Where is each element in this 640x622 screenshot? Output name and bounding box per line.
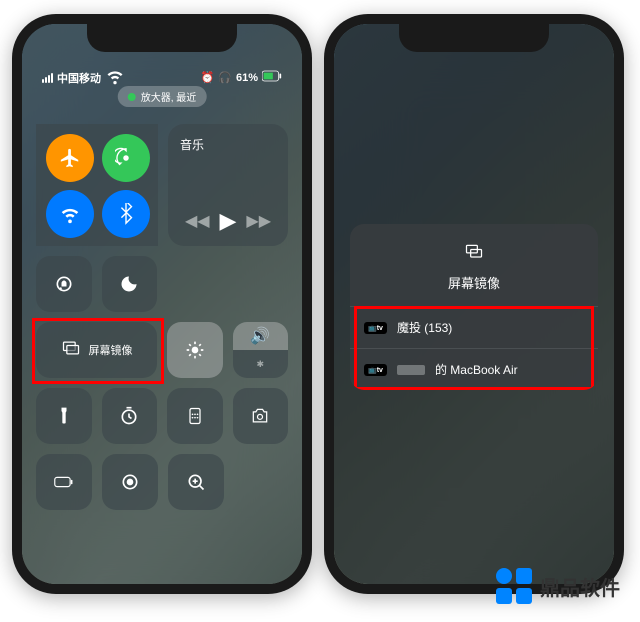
screen-mirroring-button[interactable]: 屏幕镜像 — [36, 322, 157, 378]
appletv-icon: 📺tv — [364, 322, 387, 334]
screen-mirror-icon — [61, 338, 81, 363]
carrier-label: 中国移动 — [57, 70, 101, 86]
phone-left: 放大器, 最近 中国移动 ⏰ 🎧 61% — [12, 14, 312, 594]
do-not-disturb-toggle[interactable] — [102, 256, 158, 312]
next-track-icon[interactable]: ▶▶ — [246, 211, 271, 231]
play-icon[interactable]: ▶ — [220, 208, 237, 234]
camera-indicator: 放大器, 最近 — [118, 86, 207, 107]
wifi-toggle[interactable] — [46, 190, 94, 238]
alarm-icon: ⏰ — [201, 71, 215, 84]
redacted-text — [397, 365, 425, 375]
flashlight-button[interactable] — [36, 388, 92, 444]
bluetooth-toggle[interactable] — [102, 190, 150, 238]
notch — [87, 24, 237, 52]
phone-right: 屏幕镜像 📺tv 魔投 (153) 📺tv 的 MacBook Air — [324, 14, 624, 594]
orientation-lock-toggle[interactable] — [36, 256, 92, 312]
mirror-popup-title: 屏幕镜像 — [350, 273, 598, 292]
signal-icon — [42, 73, 53, 83]
control-center: 音乐 ◀◀ ▶ ▶▶ 屏幕镜 — [36, 124, 288, 520]
bluetooth-audio-icon: ✱ — [256, 359, 264, 370]
device-label: 的 MacBook Air — [435, 361, 518, 378]
screen-mirror-label: 屏幕镜像 — [89, 342, 133, 358]
mirror-popup-header: 屏幕镜像 — [350, 224, 598, 306]
wifi-icon — [105, 66, 125, 89]
camera-button[interactable] — [233, 388, 289, 444]
screen-mirror-icon — [464, 249, 484, 266]
volume-slider[interactable]: 🔊 ✱ — [233, 322, 288, 378]
cellular-toggle[interactable] — [102, 134, 150, 182]
volume-icon: 🔊 — [250, 326, 270, 346]
device-label: 魔投 (153) — [397, 319, 452, 336]
notch — [399, 24, 549, 52]
camera-indicator-text: 放大器, 最近 — [141, 89, 197, 104]
airplane-toggle[interactable] — [46, 134, 94, 182]
low-power-toggle[interactable] — [36, 454, 92, 510]
battery-label: 61% — [236, 72, 258, 84]
watermark: 鼎品软件 — [496, 568, 620, 604]
watermark-text: 鼎品软件 — [540, 572, 620, 601]
screen-right: 屏幕镜像 📺tv 魔投 (153) 📺tv 的 MacBook Air — [334, 24, 614, 584]
headphones-icon: 🎧 — [218, 71, 232, 84]
screen-left: 放大器, 最近 中国移动 ⏰ 🎧 61% — [22, 24, 302, 584]
screen-mirror-popup: 屏幕镜像 📺tv 魔投 (153) 📺tv 的 MacBook Air — [350, 224, 598, 390]
screen-record-button[interactable] — [102, 454, 158, 510]
watermark-logo-icon — [496, 568, 532, 604]
appletv-icon: 📺tv — [364, 364, 387, 376]
prev-track-icon[interactable]: ◀◀ — [185, 211, 210, 231]
mirror-device-option[interactable]: 📺tv 魔投 (153) — [350, 306, 598, 348]
timer-button[interactable] — [102, 388, 158, 444]
camera-dot-icon — [128, 93, 136, 101]
music-widget[interactable]: 音乐 ◀◀ ▶ ▶▶ — [168, 124, 288, 246]
brightness-slider[interactable] — [167, 322, 222, 378]
magnifier-button[interactable] — [168, 454, 224, 510]
music-title: 音乐 — [180, 136, 276, 153]
connectivity-group[interactable] — [36, 124, 158, 246]
status-bar: 中国移动 ⏰ 🎧 61% — [22, 66, 302, 89]
calculator-button[interactable] — [167, 388, 223, 444]
mirror-device-option[interactable]: 📺tv 的 MacBook Air — [350, 348, 598, 390]
battery-icon — [262, 66, 282, 89]
